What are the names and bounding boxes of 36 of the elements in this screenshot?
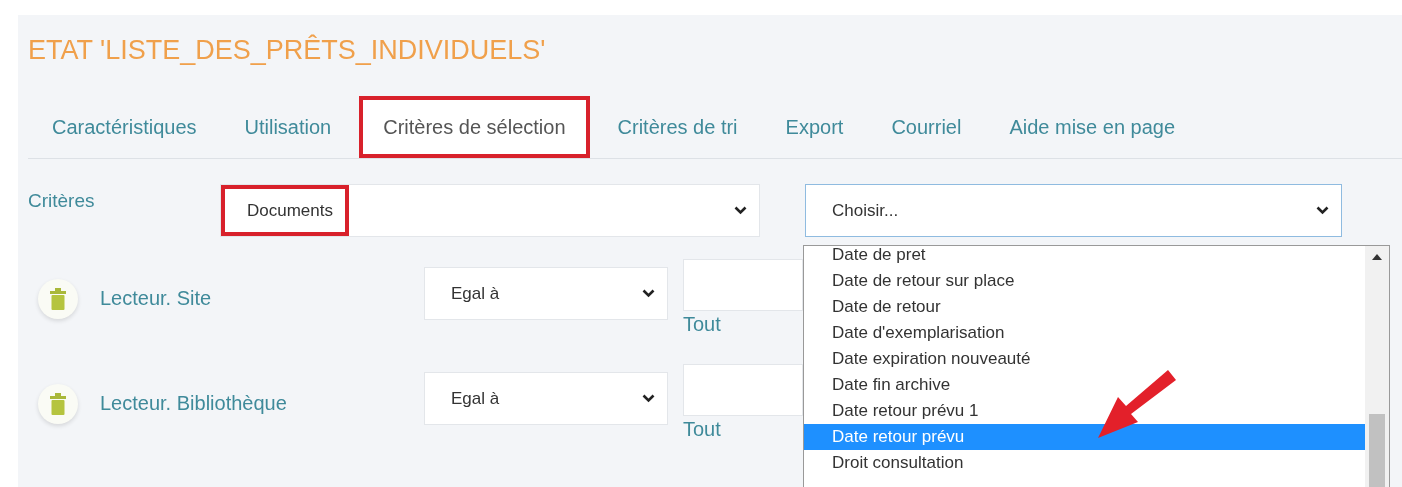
- all-link[interactable]: Tout: [683, 313, 803, 336]
- all-link[interactable]: Tout: [683, 418, 803, 441]
- dropdown-option[interactable]: Date de retour sur place: [804, 268, 1365, 294]
- dropdown-option[interactable]: Date retour prévu 1: [804, 398, 1365, 424]
- value-field[interactable]: [683, 364, 803, 416]
- scroll-thumb[interactable]: [1369, 414, 1385, 487]
- criterion-label: Lecteur. Bibliothèque: [99, 391, 288, 415]
- trash-icon[interactable]: [38, 384, 78, 424]
- dropdown-option[interactable]: Date expiration nouveauté: [804, 346, 1365, 372]
- tab[interactable]: Utilisation: [220, 96, 356, 158]
- tab[interactable]: Courriel: [867, 96, 986, 158]
- criterion-label: Lecteur. Site: [99, 286, 213, 310]
- dropdown-option[interactable]: Droit consultation: [804, 450, 1365, 476]
- chevron-down-icon: [642, 394, 655, 403]
- dropdown-option[interactable]: Date de pret: [804, 246, 1365, 268]
- trash-icon[interactable]: [38, 279, 78, 319]
- tab[interactable]: Aide mise en page: [985, 96, 1200, 158]
- chevron-down-icon: [1316, 206, 1329, 215]
- select-field[interactable]: Choisir...: [805, 184, 1342, 237]
- tab[interactable]: Critères de tri: [593, 96, 762, 158]
- scroll-up-icon[interactable]: [1372, 254, 1382, 260]
- page-title: ETAT 'LISTE_DES_PRÊTS_INDIVIDUELS': [28, 33, 547, 67]
- chevron-down-icon: [642, 289, 655, 298]
- operator-select[interactable]: Egal à: [424, 372, 668, 425]
- field-label: Critères: [28, 189, 96, 212]
- tab[interactable]: Critères de sélection: [359, 96, 590, 158]
- tab[interactable]: Export: [761, 96, 868, 158]
- dropdown-option[interactable]: Date de retour: [804, 294, 1365, 320]
- operator-select[interactable]: Egal à: [424, 267, 668, 320]
- value-field[interactable]: [683, 259, 803, 311]
- tab[interactable]: Caractéristiques: [28, 96, 221, 158]
- dropdown-option[interactable]: Date d'exemplarisation: [804, 320, 1365, 346]
- chevron-down-icon: [734, 206, 747, 215]
- dropdown-option[interactable]: Date fin archive: [804, 372, 1365, 398]
- scrollbar[interactable]: [1365, 246, 1389, 487]
- select-field[interactable]: Documents: [220, 184, 760, 237]
